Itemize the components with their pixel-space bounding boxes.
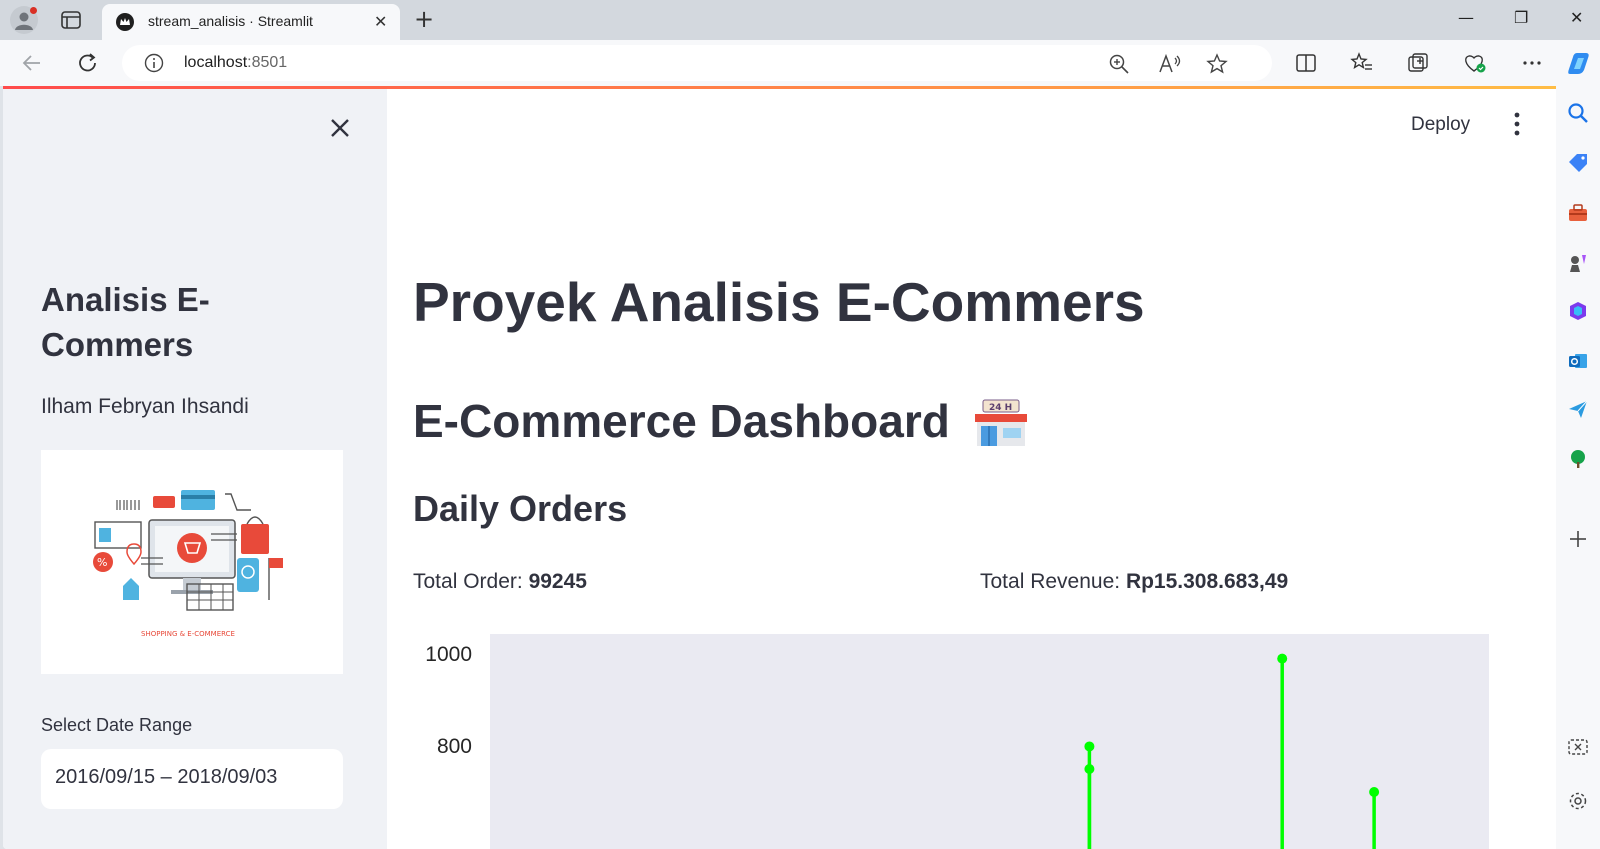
svg-text:%: %	[97, 556, 107, 569]
total-revenue-metric: Total Revenue: Rp15.308.683,49	[980, 570, 1288, 594]
date-range-label: Select Date Range	[41, 715, 193, 735]
main-menu-icon[interactable]	[1512, 110, 1522, 138]
tab-bar: stream_analisis · Streamlit ✕ + — ❐ ✕	[0, 0, 1600, 40]
favorite-star-icon[interactable]	[1206, 53, 1228, 75]
total-revenue-value: Rp15.308.683,49	[1125, 570, 1289, 593]
toolbox-icon[interactable]	[1567, 202, 1589, 224]
illustration-caption: SHOPPING & E-COMMERCE	[141, 630, 235, 638]
browser-essentials-icon[interactable]	[1462, 52, 1488, 74]
address-bar: localhost:8501	[0, 40, 1600, 86]
minimize-icon[interactable]: —	[1458, 8, 1474, 27]
tab-close-icon[interactable]: ✕	[374, 12, 387, 31]
convenience-store-icon: 24 H	[975, 399, 1027, 446]
deploy-button[interactable]: Deploy	[1411, 114, 1470, 136]
dashboard-title: E-Commerce Dashboard	[413, 395, 950, 447]
window-close-icon[interactable]: ✕	[1570, 8, 1583, 27]
split-screen-icon[interactable]	[1294, 52, 1318, 74]
restore-icon[interactable]: ❐	[1514, 8, 1528, 27]
games-icon[interactable]	[1567, 252, 1589, 274]
y-tick-label: 800	[437, 735, 472, 758]
screenshot-icon[interactable]	[1567, 736, 1589, 758]
total-revenue-label: Total Revenue:	[980, 570, 1121, 593]
notification-dot	[30, 7, 37, 14]
y-tick-label: 1000	[425, 643, 472, 666]
store-sign-text: 24 H	[989, 403, 1012, 413]
ecommerce-illustration: % SHOPPING & E-COMMERCE	[41, 450, 343, 674]
profile-avatar[interactable]	[10, 6, 38, 34]
tab-actions-icon	[61, 11, 81, 29]
plot-area	[490, 634, 1489, 849]
settings-gear-icon[interactable]	[1567, 790, 1589, 812]
total-order-label: Total Order:	[413, 570, 523, 593]
new-tab-button[interactable]: +	[414, 6, 434, 32]
data-point	[1277, 653, 1288, 664]
url-field[interactable]: localhost:8501	[122, 45, 1272, 81]
total-order-value: 99245	[528, 570, 587, 593]
daily-orders-heading: Daily Orders	[413, 488, 628, 529]
edge-sidebar	[1556, 86, 1600, 849]
read-aloud-icon[interactable]	[1158, 53, 1182, 75]
data-point	[1084, 764, 1095, 774]
date-range-input[interactable]: 2016/09/15 – 2018/09/03	[41, 749, 343, 809]
date-range-value: 2016/09/15 – 2018/09/03	[55, 766, 278, 788]
daily-orders-chart: 1000 800	[425, 634, 1489, 849]
tab-actions-button[interactable]	[58, 8, 84, 32]
copilot-icon[interactable]	[1566, 50, 1594, 76]
tab-title: stream_analisis · Streamlit	[148, 13, 313, 29]
y-axis-ticks: 1000 800	[425, 643, 472, 758]
url-text: localhost:8501	[184, 54, 288, 71]
back-arrow-icon[interactable]	[20, 52, 44, 74]
site-info-icon[interactable]	[144, 53, 164, 73]
favorites-icon[interactable]	[1350, 52, 1374, 74]
page-title: Proyek Analisis E-Commers	[413, 271, 1145, 333]
page-viewport: Analisis E-Commers Ilham Febryan Ihsandi	[3, 86, 1556, 849]
drop-send-icon[interactable]	[1567, 398, 1589, 420]
close-sidebar-icon[interactable]	[325, 113, 355, 143]
data-point	[1369, 787, 1380, 797]
browser-tab-active[interactable]: stream_analisis · Streamlit ✕	[102, 4, 400, 40]
zoom-in-icon[interactable]	[1108, 53, 1130, 75]
microsoft-365-icon[interactable]	[1567, 300, 1589, 322]
more-options-icon[interactable]	[1520, 52, 1544, 74]
tree-icon[interactable]	[1567, 448, 1589, 470]
sidebar-title: Analisis E-Commers	[41, 281, 210, 363]
shopping-tag-icon[interactable]	[1567, 152, 1589, 174]
add-icon[interactable]	[1567, 528, 1589, 550]
streamlit-favicon-icon	[116, 13, 134, 31]
reload-icon[interactable]	[76, 52, 100, 74]
author-name: Ilham Febryan Ihsandi	[41, 395, 249, 418]
outlook-icon[interactable]	[1567, 350, 1589, 372]
total-order-metric: Total Order: 99245	[413, 570, 587, 594]
search-icon[interactable]	[1567, 102, 1589, 124]
app-sidebar: Analisis E-Commers Ilham Febryan Ihsandi	[3, 89, 387, 849]
data-point	[1084, 741, 1095, 752]
collections-icon[interactable]	[1406, 52, 1430, 74]
